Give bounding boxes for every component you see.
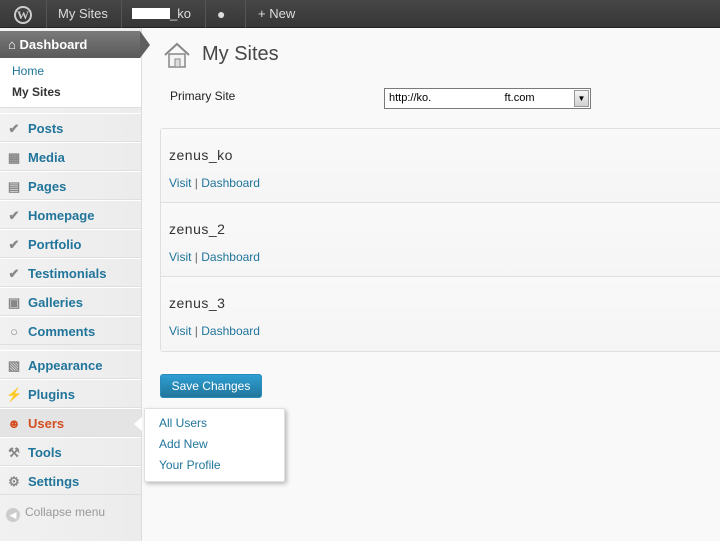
- site-name-text: _ko: [170, 6, 191, 21]
- sidebar-item-comments[interactable]: ○ Comments: [0, 316, 141, 345]
- site-name-menu[interactable]: _ko: [132, 0, 191, 28]
- site-name: zenus_2: [169, 221, 226, 237]
- users-icon: ☻: [7, 416, 21, 431]
- link-separator: |: [194, 324, 198, 338]
- sidebar-item-posts[interactable]: ✔ Posts: [0, 113, 141, 142]
- sidebar-item-appearance[interactable]: ▧ Appearance: [0, 350, 141, 379]
- sidebar-item-testimonials[interactable]: ✔ Testimonials: [0, 258, 141, 287]
- admin-bar-divider: [205, 0, 206, 28]
- site-name: zenus_3: [169, 295, 226, 311]
- collapse-arrow-icon: ◀: [6, 508, 20, 522]
- sidebar-item-media[interactable]: ▦ Media: [0, 142, 141, 171]
- sidebar-item-tools[interactable]: ⚒ Tools: [0, 437, 141, 466]
- pin-icon: ✔: [8, 266, 20, 281]
- sidebar-item-portfolio[interactable]: ✔ Portfolio: [0, 229, 141, 258]
- site-row: zenus_2 Visit | Dashboard: [161, 203, 720, 277]
- admin-bar-divider: [46, 0, 47, 28]
- chevron-down-icon[interactable]: ▼: [574, 90, 589, 107]
- gallery-icon: ▣: [7, 295, 21, 310]
- plug-icon: ⚡: [6, 387, 23, 402]
- my-sites-menu[interactable]: My Sites: [58, 0, 108, 28]
- new-content-menu[interactable]: + New: [258, 0, 295, 28]
- sidebar-item-users[interactable]: ☻ Users: [0, 408, 142, 437]
- site-row: zenus_3 Visit | Dashboard: [161, 277, 720, 351]
- appearance-icon: ▧: [7, 358, 21, 373]
- admin-bar-divider: [245, 0, 246, 28]
- submenu-my-sites-link[interactable]: My Sites: [0, 82, 141, 103]
- site-actions: Visit | Dashboard: [169, 176, 260, 190]
- sites-list: zenus_ko Visit | Dashboard zenus_2 Visit…: [160, 128, 720, 352]
- save-changes-button[interactable]: Save Changes: [160, 374, 262, 398]
- sidebar-item-galleries[interactable]: ▣ Galleries: [0, 287, 141, 316]
- sidebar-item-settings[interactable]: ⚙ Settings: [0, 466, 141, 495]
- page-title: My Sites: [202, 43, 279, 65]
- tools-icon: ⚒: [8, 445, 20, 460]
- settings-icon: ⚙: [8, 474, 20, 489]
- dashboard-link[interactable]: Dashboard: [201, 324, 260, 338]
- site-row: zenus_ko Visit | Dashboard: [161, 129, 720, 203]
- comment-icon: ○: [10, 324, 18, 339]
- sidebar-item-plugins[interactable]: ⚡ Plugins: [0, 379, 141, 408]
- sidebar-item-dashboard[interactable]: ⌂ Dashboard: [0, 31, 150, 58]
- dashboard-link[interactable]: Dashboard: [201, 176, 260, 190]
- pin-icon: ✔: [8, 121, 20, 136]
- visit-link[interactable]: Visit: [169, 176, 191, 190]
- wordpress-logo-icon[interactable]: W: [0, 0, 46, 28]
- dashboard-link[interactable]: Dashboard: [201, 250, 260, 264]
- comments-icon[interactable]: ●: [217, 0, 225, 28]
- collapse-menu-button[interactable]: ◀ Collapse menu: [6, 504, 105, 522]
- site-name: zenus_ko: [169, 147, 233, 163]
- visit-link[interactable]: Visit: [169, 250, 191, 264]
- admin-bar: W My Sites _ko ● + New: [0, 0, 720, 28]
- home-icon: ⌂: [8, 37, 20, 52]
- link-separator: |: [194, 176, 198, 190]
- link-separator: |: [194, 250, 198, 264]
- pages-icon: ▤: [7, 179, 21, 194]
- main-content: My Sites Primary Site http://ko. ft.com …: [142, 28, 720, 541]
- sidebar-item-label: Dashboard: [19, 37, 88, 52]
- site-actions: Visit | Dashboard: [169, 324, 260, 338]
- submenu-home-link[interactable]: Home: [0, 61, 141, 82]
- sidebar-item-homepage[interactable]: ✔ Homepage: [0, 200, 141, 229]
- visit-link[interactable]: Visit: [169, 324, 191, 338]
- sidebar-item-pages[interactable]: ▤ Pages: [0, 171, 141, 200]
- admin-bar-divider: [121, 0, 122, 28]
- primary-site-label: Primary Site: [170, 89, 236, 103]
- house-icon: [164, 42, 190, 68]
- primary-site-value: http://ko. ft.com: [389, 92, 535, 104]
- media-icon: ▦: [7, 150, 21, 165]
- dashboard-submenu: Home My Sites: [0, 58, 141, 108]
- primary-site-select[interactable]: http://ko. ft.com ▼: [384, 88, 591, 109]
- redacted-block: [132, 8, 170, 19]
- site-actions: Visit | Dashboard: [169, 250, 260, 264]
- admin-sidebar: ⌂ Dashboard Home My Sites ✔ Posts ▦ Media …: [0, 28, 150, 541]
- pin-icon: ✔: [8, 237, 20, 252]
- pin-icon: ✔: [8, 208, 20, 223]
